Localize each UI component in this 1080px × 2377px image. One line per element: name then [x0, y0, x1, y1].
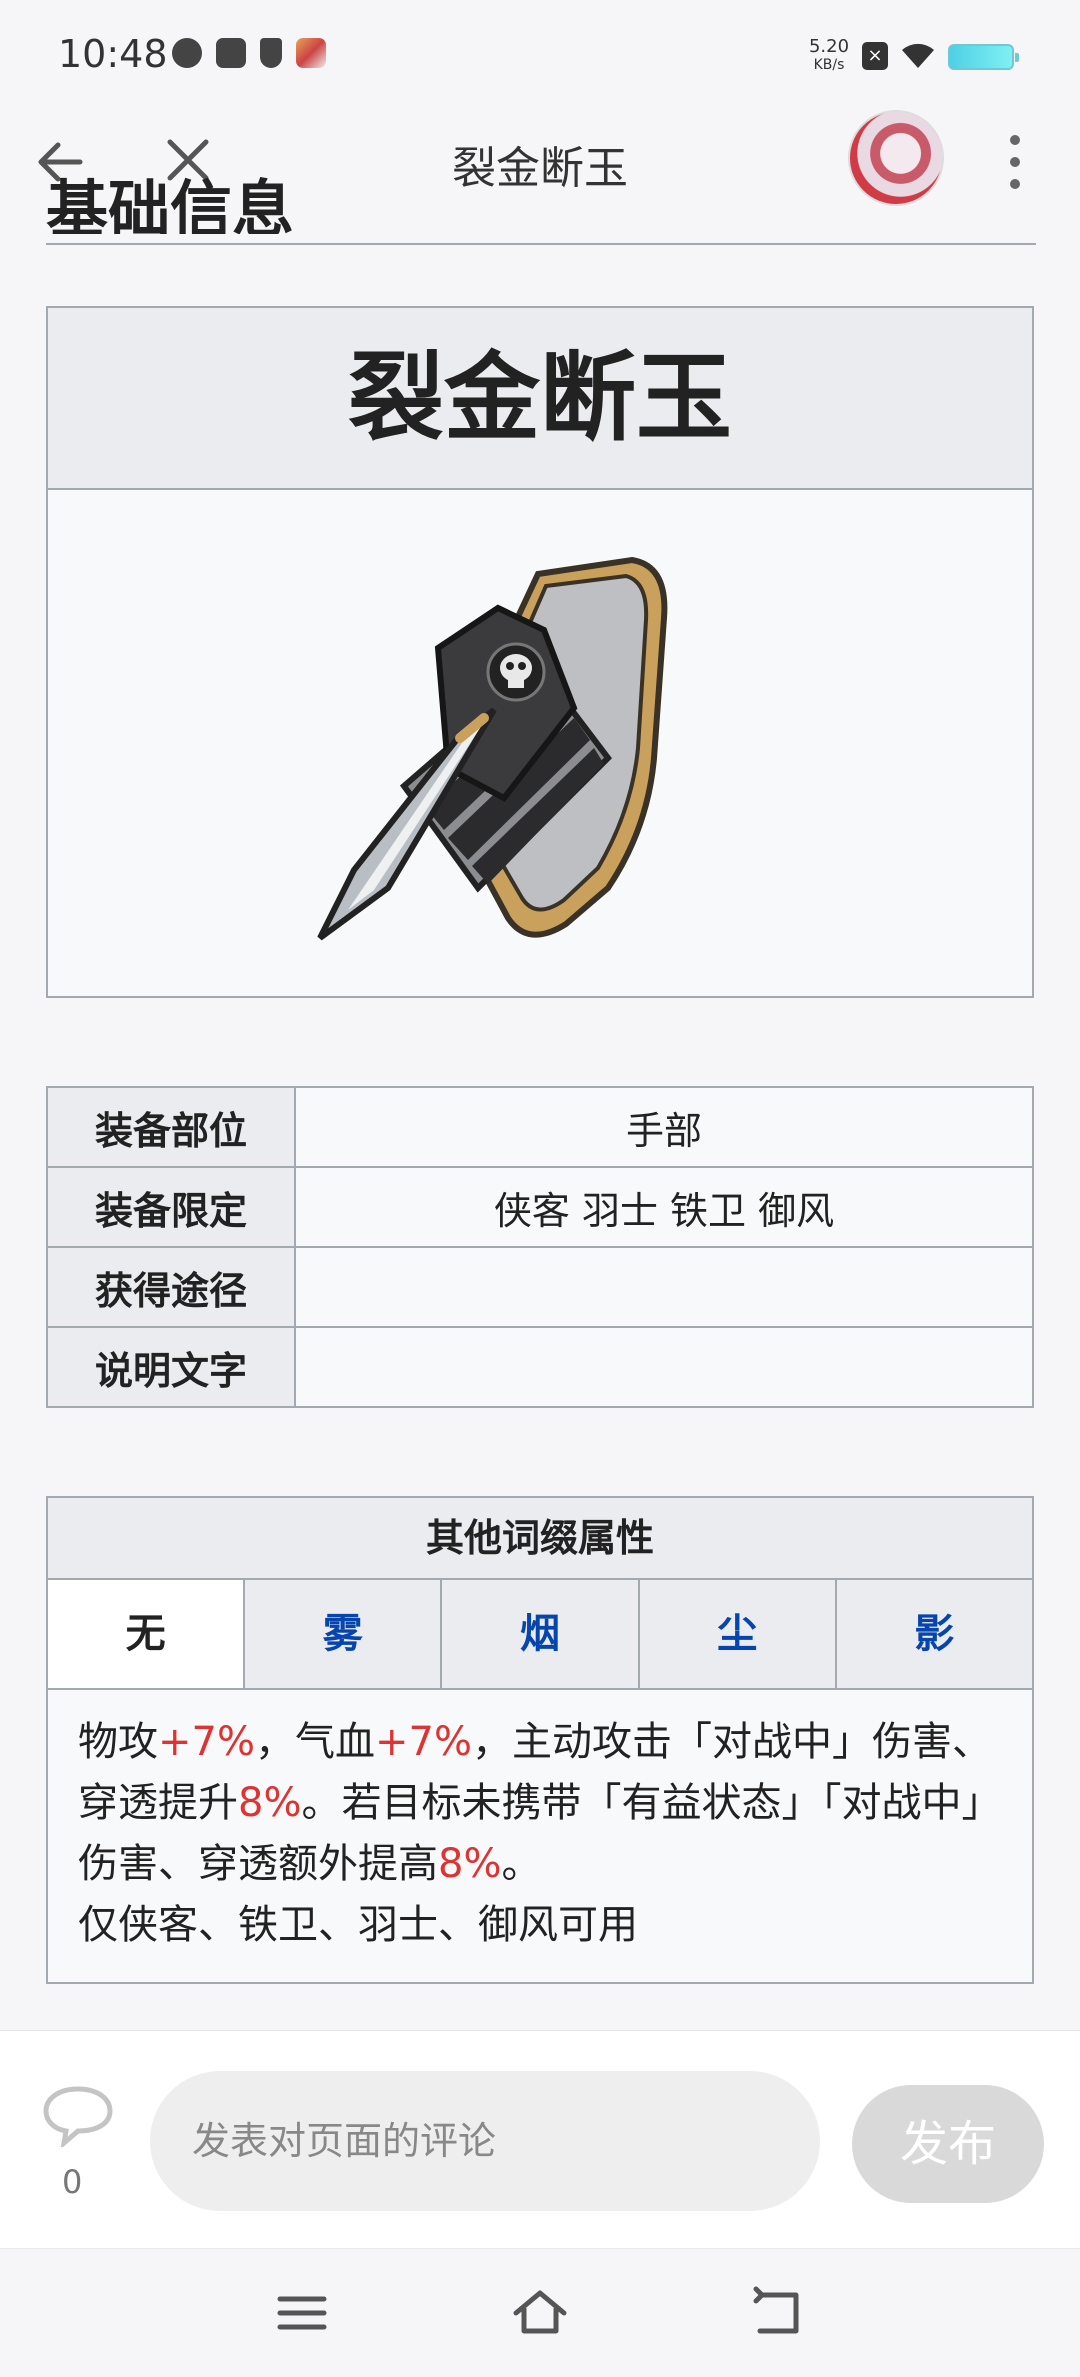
- table-row: 装备部位 手部: [46, 1086, 1034, 1168]
- tab-none[interactable]: 无: [48, 1580, 244, 1688]
- tab-mist[interactable]: 雾: [243, 1580, 441, 1688]
- tab-dust[interactable]: 尘: [637, 1580, 835, 1688]
- property-value: [294, 1246, 1034, 1328]
- page-content: 基础信息 裂金断玉 装备部位 手部 装备限定 侠客 羽士 铁卫 御风 获得途径 …: [0, 173, 1080, 2030]
- property-key: 获得途径: [46, 1246, 296, 1328]
- message-icon: [216, 38, 246, 68]
- property-value: [294, 1326, 1034, 1408]
- affix-effect-text: 物攻+7%，气血+7%，主动攻击「对战中」伤害、穿透提升8%。若目标未携带「有益…: [78, 1719, 1002, 1887]
- affix-tabs: 无 雾 烟 尘 影: [48, 1580, 1033, 1690]
- wifi-icon: [902, 43, 934, 68]
- comment-bubble-icon[interactable]: [42, 2083, 114, 2147]
- back-nav-icon[interactable]: [748, 2283, 808, 2343]
- property-key: 装备限定: [46, 1166, 296, 1248]
- battery-icon: [948, 44, 1019, 70]
- item-infobox: 裂金断玉: [46, 306, 1034, 998]
- heading-divider: [46, 243, 1036, 245]
- tab-smoke[interactable]: 烟: [440, 1580, 638, 1688]
- home-icon[interactable]: [510, 2283, 570, 2343]
- property-key: 装备部位: [46, 1086, 296, 1168]
- notification-icons: [172, 38, 326, 68]
- more-vertical-icon[interactable]: [1000, 132, 1030, 192]
- system-nav-bar: [0, 2248, 1080, 2377]
- section-heading: 基础信息: [46, 173, 295, 234]
- comment-count: 0: [62, 2163, 83, 2201]
- item-name: 裂金断玉: [48, 308, 1032, 490]
- app-notification-icon: [172, 38, 202, 68]
- shield-icon: [260, 38, 282, 68]
- no-sim-icon: ×: [862, 42, 888, 70]
- properties-table: 装备部位 手部 装备限定 侠客 羽士 铁卫 御风 获得途径 说明文字: [46, 1086, 1034, 1408]
- affix-panel: 其他词缀属性 无 雾 烟 尘 影 物攻+7%，气血+7%，主动攻击「对战中」伤害…: [46, 1496, 1034, 1984]
- status-time: 10:48: [58, 32, 168, 76]
- game-app-icon: [296, 38, 326, 68]
- comment-bar: 0 发表对页面的评论 发布: [0, 2030, 1080, 2249]
- property-value: 手部: [294, 1086, 1034, 1168]
- avatar[interactable]: [848, 110, 944, 206]
- status-bar: 10:48 5.20 KB/s ×: [0, 0, 1080, 110]
- affix-restriction-text: 仅侠客、铁卫、羽士、御风可用: [78, 1902, 638, 1948]
- table-row: 装备限定 侠客 羽士 铁卫 御风: [46, 1166, 1034, 1248]
- submit-button[interactable]: 发布: [852, 2085, 1044, 2203]
- comment-input[interactable]: 发表对页面的评论: [150, 2071, 820, 2211]
- affix-description: 物攻+7%，气血+7%，主动攻击「对战中」伤害、穿透提升8%。若目标未携带「有益…: [48, 1690, 1032, 1982]
- gauntlet-image: [317, 556, 668, 941]
- property-value: 侠客 羽士 铁卫 御风: [294, 1166, 1034, 1248]
- table-row: 说明文字: [46, 1326, 1034, 1408]
- table-row: 获得途径: [46, 1246, 1034, 1328]
- network-speed: 5.20 KB/s: [808, 36, 850, 74]
- affix-title: 其他词缀属性: [48, 1498, 1032, 1580]
- menu-icon[interactable]: [272, 2283, 332, 2343]
- property-key: 说明文字: [46, 1326, 296, 1408]
- tab-shadow[interactable]: 影: [834, 1580, 1033, 1688]
